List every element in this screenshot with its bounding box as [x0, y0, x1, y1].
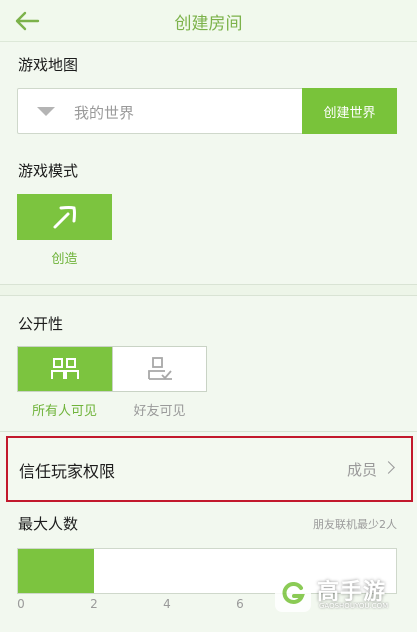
max-players-hint: 朋友联机最少2人: [313, 518, 397, 531]
people-icon: [51, 358, 79, 379]
game-mode-title: 游戏模式: [18, 162, 79, 180]
map-selected-value: 我的世界: [74, 104, 135, 122]
slider-tick: 6: [236, 597, 244, 611]
create-world-button[interactable]: 创建世界: [302, 88, 397, 134]
trust-permission-row[interactable]: 信任玩家权限 成员: [6, 436, 413, 502]
max-players-title: 最大人数: [18, 515, 79, 533]
watermark: 高手游 GAOSHOUYOU.COM: [269, 564, 409, 626]
trust-permission-value: 成员: [346, 461, 377, 479]
slider-tick: 2: [90, 597, 98, 611]
map-select[interactable]: 我的世界 创建世界: [17, 88, 397, 134]
page-title: 创建房间: [174, 14, 243, 34]
slider-fill: [18, 549, 94, 593]
slider-tick: 4: [163, 597, 171, 611]
mode-option-label: 创造: [51, 252, 78, 267]
visibility-option-friends[interactable]: [112, 347, 206, 391]
section-gap: [0, 285, 417, 295]
divider: [0, 295, 417, 296]
friend-check-icon: [147, 357, 172, 380]
watermark-logo-icon: [275, 576, 311, 612]
slider-tick: 0: [17, 597, 25, 611]
visibility-option-everyone[interactable]: [18, 347, 112, 391]
mode-option-creative[interactable]: [17, 194, 112, 240]
visibility-toggle-group: [17, 346, 207, 392]
visibility-title: 公开性: [18, 315, 64, 333]
game-map-title: 游戏地图: [18, 56, 79, 74]
pickaxe-icon: [53, 206, 76, 229]
visibility-label-friends: 好友可见: [133, 404, 186, 419]
chevron-right-icon: [382, 461, 395, 474]
visibility-label-everyone: 所有人可见: [31, 404, 97, 419]
divider: [0, 431, 417, 432]
triangle-down-icon: [37, 107, 55, 116]
watermark-subtext: GAOSHOUYOU.COM: [319, 602, 389, 610]
top-bar: 创建房间: [0, 0, 417, 42]
trust-permission-label: 信任玩家权限: [19, 462, 116, 481]
